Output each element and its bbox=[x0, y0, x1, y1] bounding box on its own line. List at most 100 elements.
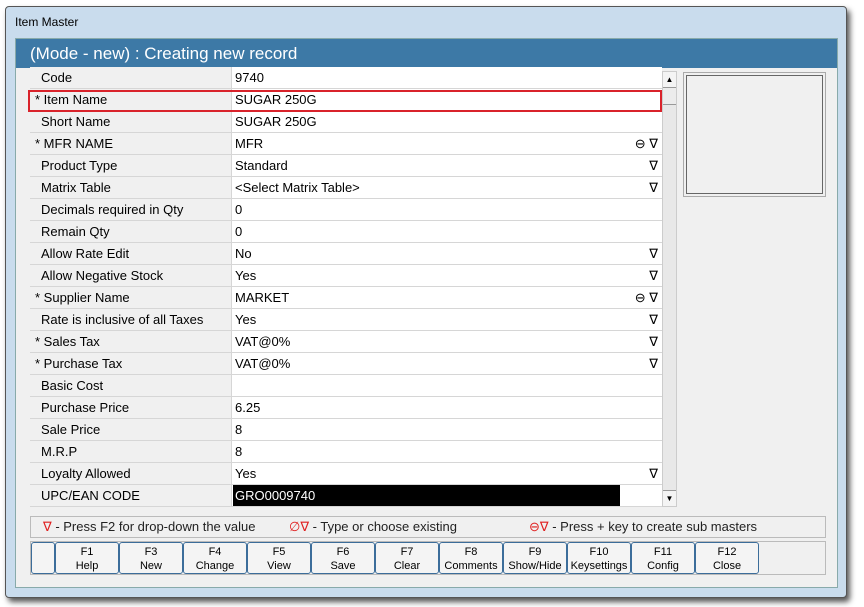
button-key: F5 bbox=[272, 546, 286, 558]
item-image-box[interactable] bbox=[683, 72, 826, 197]
mode-header: (Mode - new) : Creating new record bbox=[16, 39, 837, 68]
field-value-loyalty-allowed[interactable]: Yes ∇ bbox=[232, 463, 662, 484]
field-label: Remain Qty bbox=[30, 221, 232, 242]
field-value-product-type[interactable]: Standard ∇ bbox=[232, 155, 662, 176]
field-value-supplier-name[interactable]: MARKET ⊖ ∇ bbox=[232, 287, 662, 308]
row-product-type: Product Type Standard ∇ bbox=[30, 155, 662, 177]
button-key: F4 bbox=[208, 546, 222, 558]
close-button[interactable]: F12 Close bbox=[695, 542, 759, 574]
field-value-upc-ean-code[interactable]: GRO0009740 bbox=[232, 485, 662, 506]
comments-button[interactable]: F8 Comments bbox=[439, 542, 503, 574]
row-code: Code 9740 bbox=[30, 67, 662, 89]
row-rate-is-inclusive-of-all-taxes: Rate is inclusive of all Taxes Yes ∇ bbox=[30, 309, 662, 331]
keysettings-button[interactable]: F10 Keysettings bbox=[567, 542, 631, 574]
row-supplier-name: * Supplier Name MARKET ⊖ ∇ bbox=[30, 287, 662, 309]
row-upc-ean-code: UPC/EAN CODE GRO0009740 bbox=[30, 485, 662, 507]
field-value-text: MARKET bbox=[235, 290, 290, 305]
field-value-remain-qty[interactable]: 0 bbox=[232, 221, 662, 242]
field-label: * Supplier Name bbox=[30, 287, 232, 308]
field-value-text: 0 bbox=[235, 202, 243, 217]
field-value-code[interactable]: 9740 bbox=[232, 67, 662, 88]
field-value-text: No bbox=[235, 246, 252, 261]
field-value-mfr-name[interactable]: MFR ⊖ ∇ bbox=[232, 133, 662, 154]
dropdown-icon[interactable]: ∇ bbox=[649, 331, 658, 352]
button-key: F12 bbox=[717, 546, 737, 558]
clear-button[interactable]: F7 Clear bbox=[375, 542, 439, 574]
item-name-highlight bbox=[28, 90, 662, 112]
dropdown-icon[interactable]: ⊖ ∇ bbox=[635, 287, 658, 308]
button-key: F10 bbox=[589, 546, 609, 558]
button-key: F8 bbox=[464, 546, 478, 558]
help-button[interactable]: F1 Help bbox=[55, 542, 119, 574]
view-button[interactable]: F5 View bbox=[247, 542, 311, 574]
field-label: Loyalty Allowed bbox=[30, 463, 232, 484]
scroll-up-icon[interactable]: ▲ bbox=[663, 72, 676, 88]
button-label: View bbox=[267, 560, 291, 572]
save-button[interactable]: F6 Save bbox=[311, 542, 375, 574]
change-button[interactable]: F4 Change bbox=[183, 542, 247, 574]
button-label: Keysettings bbox=[570, 560, 628, 572]
dropdown-icon[interactable]: ∇ bbox=[649, 353, 658, 374]
button-key: F11 bbox=[653, 546, 673, 558]
field-value-text: SUGAR 250G bbox=[235, 114, 317, 129]
field-value-text: Yes bbox=[235, 312, 257, 327]
row-loyalty-allowed: Loyalty Allowed Yes ∇ bbox=[30, 463, 662, 485]
function-key-bar: F1 Help F3 New F4 Change F5 View F6 Save F7 Clear F8… bbox=[30, 541, 826, 575]
field-value-sales-tax[interactable]: VAT@0% ∇ bbox=[232, 331, 662, 352]
config-button[interactable]: F11 Config bbox=[631, 542, 695, 574]
dropdown-icon[interactable]: ∇ bbox=[649, 309, 658, 330]
field-value-text: 8 bbox=[235, 444, 243, 459]
field-label: Decimals required in Qty bbox=[30, 199, 232, 220]
field-value-allow-negative-stock[interactable]: Yes ∇ bbox=[232, 265, 662, 286]
field-value-basic-cost[interactable] bbox=[232, 375, 662, 396]
dropdown-icon[interactable]: ∇ bbox=[649, 177, 658, 198]
scroll-down-icon[interactable]: ▼ bbox=[663, 490, 676, 506]
field-value-text: 8 bbox=[235, 422, 243, 437]
field-value-text: GRO0009740 bbox=[233, 485, 620, 506]
legend-text: - Press + key to create sub masters bbox=[548, 519, 758, 534]
show-hide-button[interactable]: F9 Show/Hide bbox=[503, 542, 567, 574]
field-value-matrix-table[interactable]: <Select Matrix Table> ∇ bbox=[232, 177, 662, 198]
property-grid: Code 9740 * Item Name SUGAR 250G Short Name S… bbox=[30, 67, 662, 507]
row-sales-tax: * Sales Tax VAT@0% ∇ bbox=[30, 331, 662, 353]
field-label: Sale Price bbox=[30, 419, 232, 440]
field-label: * Purchase Tax bbox=[30, 353, 232, 374]
row-allow-rate-edit: Allow Rate Edit No ∇ bbox=[30, 243, 662, 265]
dropdown-icon[interactable]: ∇ bbox=[649, 463, 658, 484]
dropdown-icon[interactable]: ∇ bbox=[649, 265, 658, 286]
button-key: F9 bbox=[528, 546, 542, 558]
scroll-thumb[interactable] bbox=[663, 88, 676, 105]
field-value-text: 0 bbox=[235, 224, 243, 239]
button-label: Help bbox=[75, 560, 99, 572]
field-label: Allow Negative Stock bbox=[30, 265, 232, 286]
dropdown-icon[interactable]: ∇ bbox=[649, 243, 658, 264]
dropdown-icon[interactable]: ∇ bbox=[649, 155, 658, 176]
button-key: F7 bbox=[400, 546, 414, 558]
field-label: Product Type bbox=[30, 155, 232, 176]
field-value-short-name[interactable]: SUGAR 250G bbox=[232, 111, 662, 132]
sub-master-icon: ⊖∇ bbox=[529, 519, 549, 534]
button-key: F1 bbox=[80, 546, 94, 558]
field-value-text: Standard bbox=[235, 158, 288, 173]
field-value-allow-rate-edit[interactable]: No ∇ bbox=[232, 243, 662, 264]
field-value-text: 6.25 bbox=[235, 400, 261, 415]
new-button[interactable]: F3 New bbox=[119, 542, 183, 574]
field-value-text: <Select Matrix Table> bbox=[235, 180, 360, 195]
field-value-rate-is-inclusive-of-all-taxes[interactable]: Yes ∇ bbox=[232, 309, 662, 330]
field-value-purchase-tax[interactable]: VAT@0% ∇ bbox=[232, 353, 662, 374]
row-allow-negative-stock: Allow Negative Stock Yes ∇ bbox=[30, 265, 662, 287]
button-key: F6 bbox=[336, 546, 350, 558]
button-label: Config bbox=[647, 560, 679, 572]
row-m-r-p: M.R.P 8 bbox=[30, 441, 662, 463]
row-purchase-tax: * Purchase Tax VAT@0% ∇ bbox=[30, 353, 662, 375]
blank-button[interactable] bbox=[31, 542, 55, 574]
grid-scrollbar[interactable]: ▲ ▼ bbox=[662, 71, 677, 507]
button-label: Clear bbox=[393, 560, 421, 572]
button-label: Show/Hide bbox=[508, 560, 562, 572]
field-value-decimals-required-in-qty[interactable]: 0 bbox=[232, 199, 662, 220]
field-label: Basic Cost bbox=[30, 375, 232, 396]
dropdown-icon[interactable]: ⊖ ∇ bbox=[635, 133, 658, 154]
field-value-m-r-p[interactable]: 8 bbox=[232, 441, 662, 462]
field-value-sale-price[interactable]: 8 bbox=[232, 419, 662, 440]
field-value-purchase-price[interactable]: 6.25 bbox=[232, 397, 662, 418]
